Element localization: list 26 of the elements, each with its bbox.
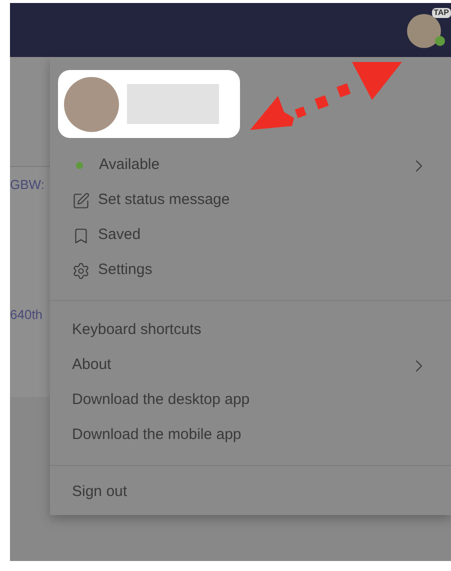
status-badge [435,36,445,46]
menu-item[interactable]: Saved [72,218,429,253]
menu-label: About [72,355,112,376]
bookmark-icon [72,226,90,244]
menu-label: Download the mobile app [72,425,242,446]
menu-item[interactable]: Download the mobile app [72,418,429,453]
menu-item[interactable]: Set status message [72,183,429,218]
list-text: GBW: [10,176,46,194]
menu-item[interactable]: About [72,348,429,383]
profile-card[interactable] [58,70,240,138]
menu-label: Settings [98,260,152,280]
edit-icon [72,192,90,210]
status-label: Available [99,155,160,176]
status-item[interactable]: Available [72,148,429,183]
avatar[interactable] [407,14,441,48]
menu-item[interactable]: Keyboard shortcuts [72,313,429,348]
menu-label: Download the desktop app [72,390,250,410]
menu-label: Saved [98,225,141,246]
menu-item[interactable]: Download the desktop app [72,383,429,418]
list-text: 640th [10,306,44,324]
menu-item[interactable]: Settings [72,253,429,288]
tap-label: TAP [432,8,451,18]
menu-label: Keyboard shortcuts [72,320,202,340]
menu-label: Set status message [98,190,230,210]
sign-out-button[interactable]: Sign out [50,472,451,512]
settings-icon [72,262,90,280]
